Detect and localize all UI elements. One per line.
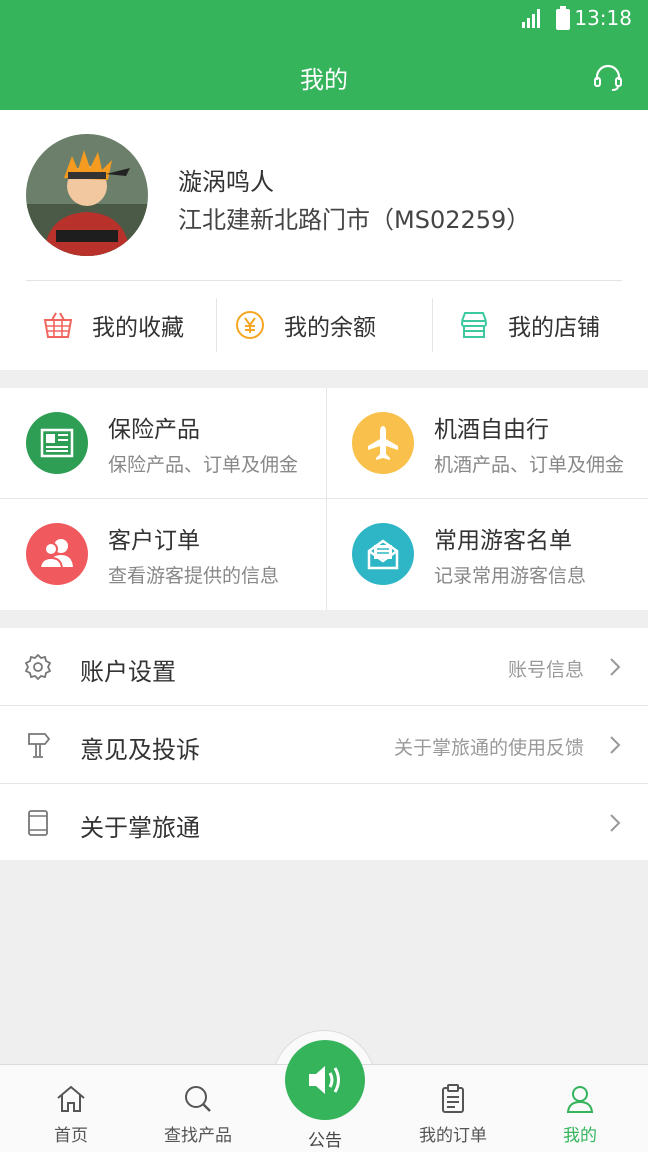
user-name: 漩涡鸣人 — [178, 168, 274, 196]
chevron-right-icon — [610, 814, 621, 832]
clipboard-icon — [442, 1084, 464, 1113]
chevron-right-icon — [610, 658, 621, 676]
signpost-icon — [28, 733, 51, 758]
divider — [26, 280, 622, 281]
menu-label: 意见及投诉 — [80, 736, 200, 764]
status-time: 13:18 — [574, 6, 632, 30]
envelope-icon — [352, 523, 414, 585]
service-title: 保险产品 — [108, 417, 200, 443]
announcement-button[interactable] — [285, 1040, 365, 1120]
service-flight-hotel[interactable]: 机酒自由行 机酒产品、订单及佣金 — [326, 388, 648, 499]
service-customer-orders[interactable]: 客户订单 查看游客提供的信息 — [0, 499, 324, 610]
service-subtitle: 机酒产品、订单及佣金 — [434, 454, 625, 476]
menu-item-about[interactable]: 关于掌旅通 — [0, 784, 648, 862]
top-navbar: 我的 — [0, 36, 648, 110]
tab-label: 公告 — [308, 1131, 342, 1151]
divider — [326, 388, 327, 610]
speaker-icon — [309, 1066, 340, 1094]
quick-link-favorites[interactable]: 我的收藏 — [42, 298, 184, 352]
user-icon — [566, 1086, 594, 1113]
service-subtitle: 查看游客提供的信息 — [108, 565, 280, 587]
menu-label: 关于掌旅通 — [80, 814, 200, 842]
tab-label: 首页 — [54, 1126, 88, 1146]
menu-label: 账户设置 — [80, 658, 176, 686]
battery-icon — [556, 6, 570, 30]
settings-menu: 账户设置 账号信息 意见及投诉 关于掌旅通的使用反馈 关于掌旅通 — [0, 628, 648, 860]
user-store: 江北建新北路门市（MS02259） — [178, 206, 531, 234]
quick-link-balance[interactable]: 我的余额 — [234, 298, 376, 352]
profile-card: 漩涡鸣人 江北建新北路门市（MS02259） 我的收藏 我的余额 我的店铺 — [0, 110, 648, 370]
headset-icon[interactable] — [592, 62, 624, 94]
yen-coin-icon — [236, 311, 264, 339]
service-title: 机酒自由行 — [434, 417, 549, 443]
basket-icon — [43, 312, 73, 338]
chevron-right-icon — [610, 736, 621, 754]
page-title: 我的 — [300, 66, 348, 94]
service-subtitle: 记录常用游客信息 — [434, 565, 587, 587]
newspaper-icon — [26, 412, 88, 474]
tab-label: 我的订单 — [419, 1126, 487, 1146]
tab-label: 我的 — [563, 1126, 597, 1146]
service-frequent-travelers[interactable]: 常用游客名单 记录常用游客信息 — [326, 499, 648, 610]
quick-link-shop[interactable]: 我的店铺 — [458, 298, 600, 352]
signal-icon — [522, 9, 540, 28]
services-grid: 保险产品 保险产品、订单及佣金 机酒自由行 机酒产品、订单及佣金 客户订单 查看… — [0, 388, 648, 610]
users-icon — [26, 523, 88, 585]
tablet-icon — [28, 810, 48, 836]
tab-me[interactable]: 我的 — [530, 1065, 630, 1152]
shop-icon — [461, 312, 487, 338]
quick-link-label: 我的店铺 — [508, 315, 600, 341]
quick-link-label: 我的余额 — [284, 315, 376, 341]
airplane-icon — [352, 412, 414, 474]
menu-hint: 账号信息 — [507, 659, 584, 681]
home-icon — [57, 1085, 85, 1112]
tab-label: 查找产品 — [164, 1126, 232, 1146]
status-bar: 13:18 — [0, 0, 648, 36]
search-icon — [185, 1086, 211, 1112]
divider — [0, 498, 648, 499]
service-insurance[interactable]: 保险产品 保险产品、订单及佣金 — [0, 388, 324, 499]
tab-search[interactable]: 查找产品 — [148, 1065, 248, 1152]
divider — [432, 298, 433, 352]
menu-hint: 关于掌旅通的使用反馈 — [393, 737, 584, 759]
avatar[interactable] — [26, 134, 148, 256]
divider — [216, 298, 217, 352]
tab-my-orders[interactable]: 我的订单 — [403, 1065, 503, 1152]
tab-home[interactable]: 首页 — [21, 1065, 121, 1152]
service-title: 常用游客名单 — [434, 528, 572, 554]
gear-icon — [24, 653, 52, 681]
menu-item-account-settings[interactable]: 账户设置 账号信息 — [0, 628, 648, 706]
menu-item-feedback[interactable]: 意见及投诉 关于掌旅通的使用反馈 — [0, 706, 648, 784]
service-title: 客户订单 — [108, 528, 200, 554]
service-subtitle: 保险产品、订单及佣金 — [108, 454, 299, 476]
quick-link-label: 我的收藏 — [92, 315, 184, 341]
